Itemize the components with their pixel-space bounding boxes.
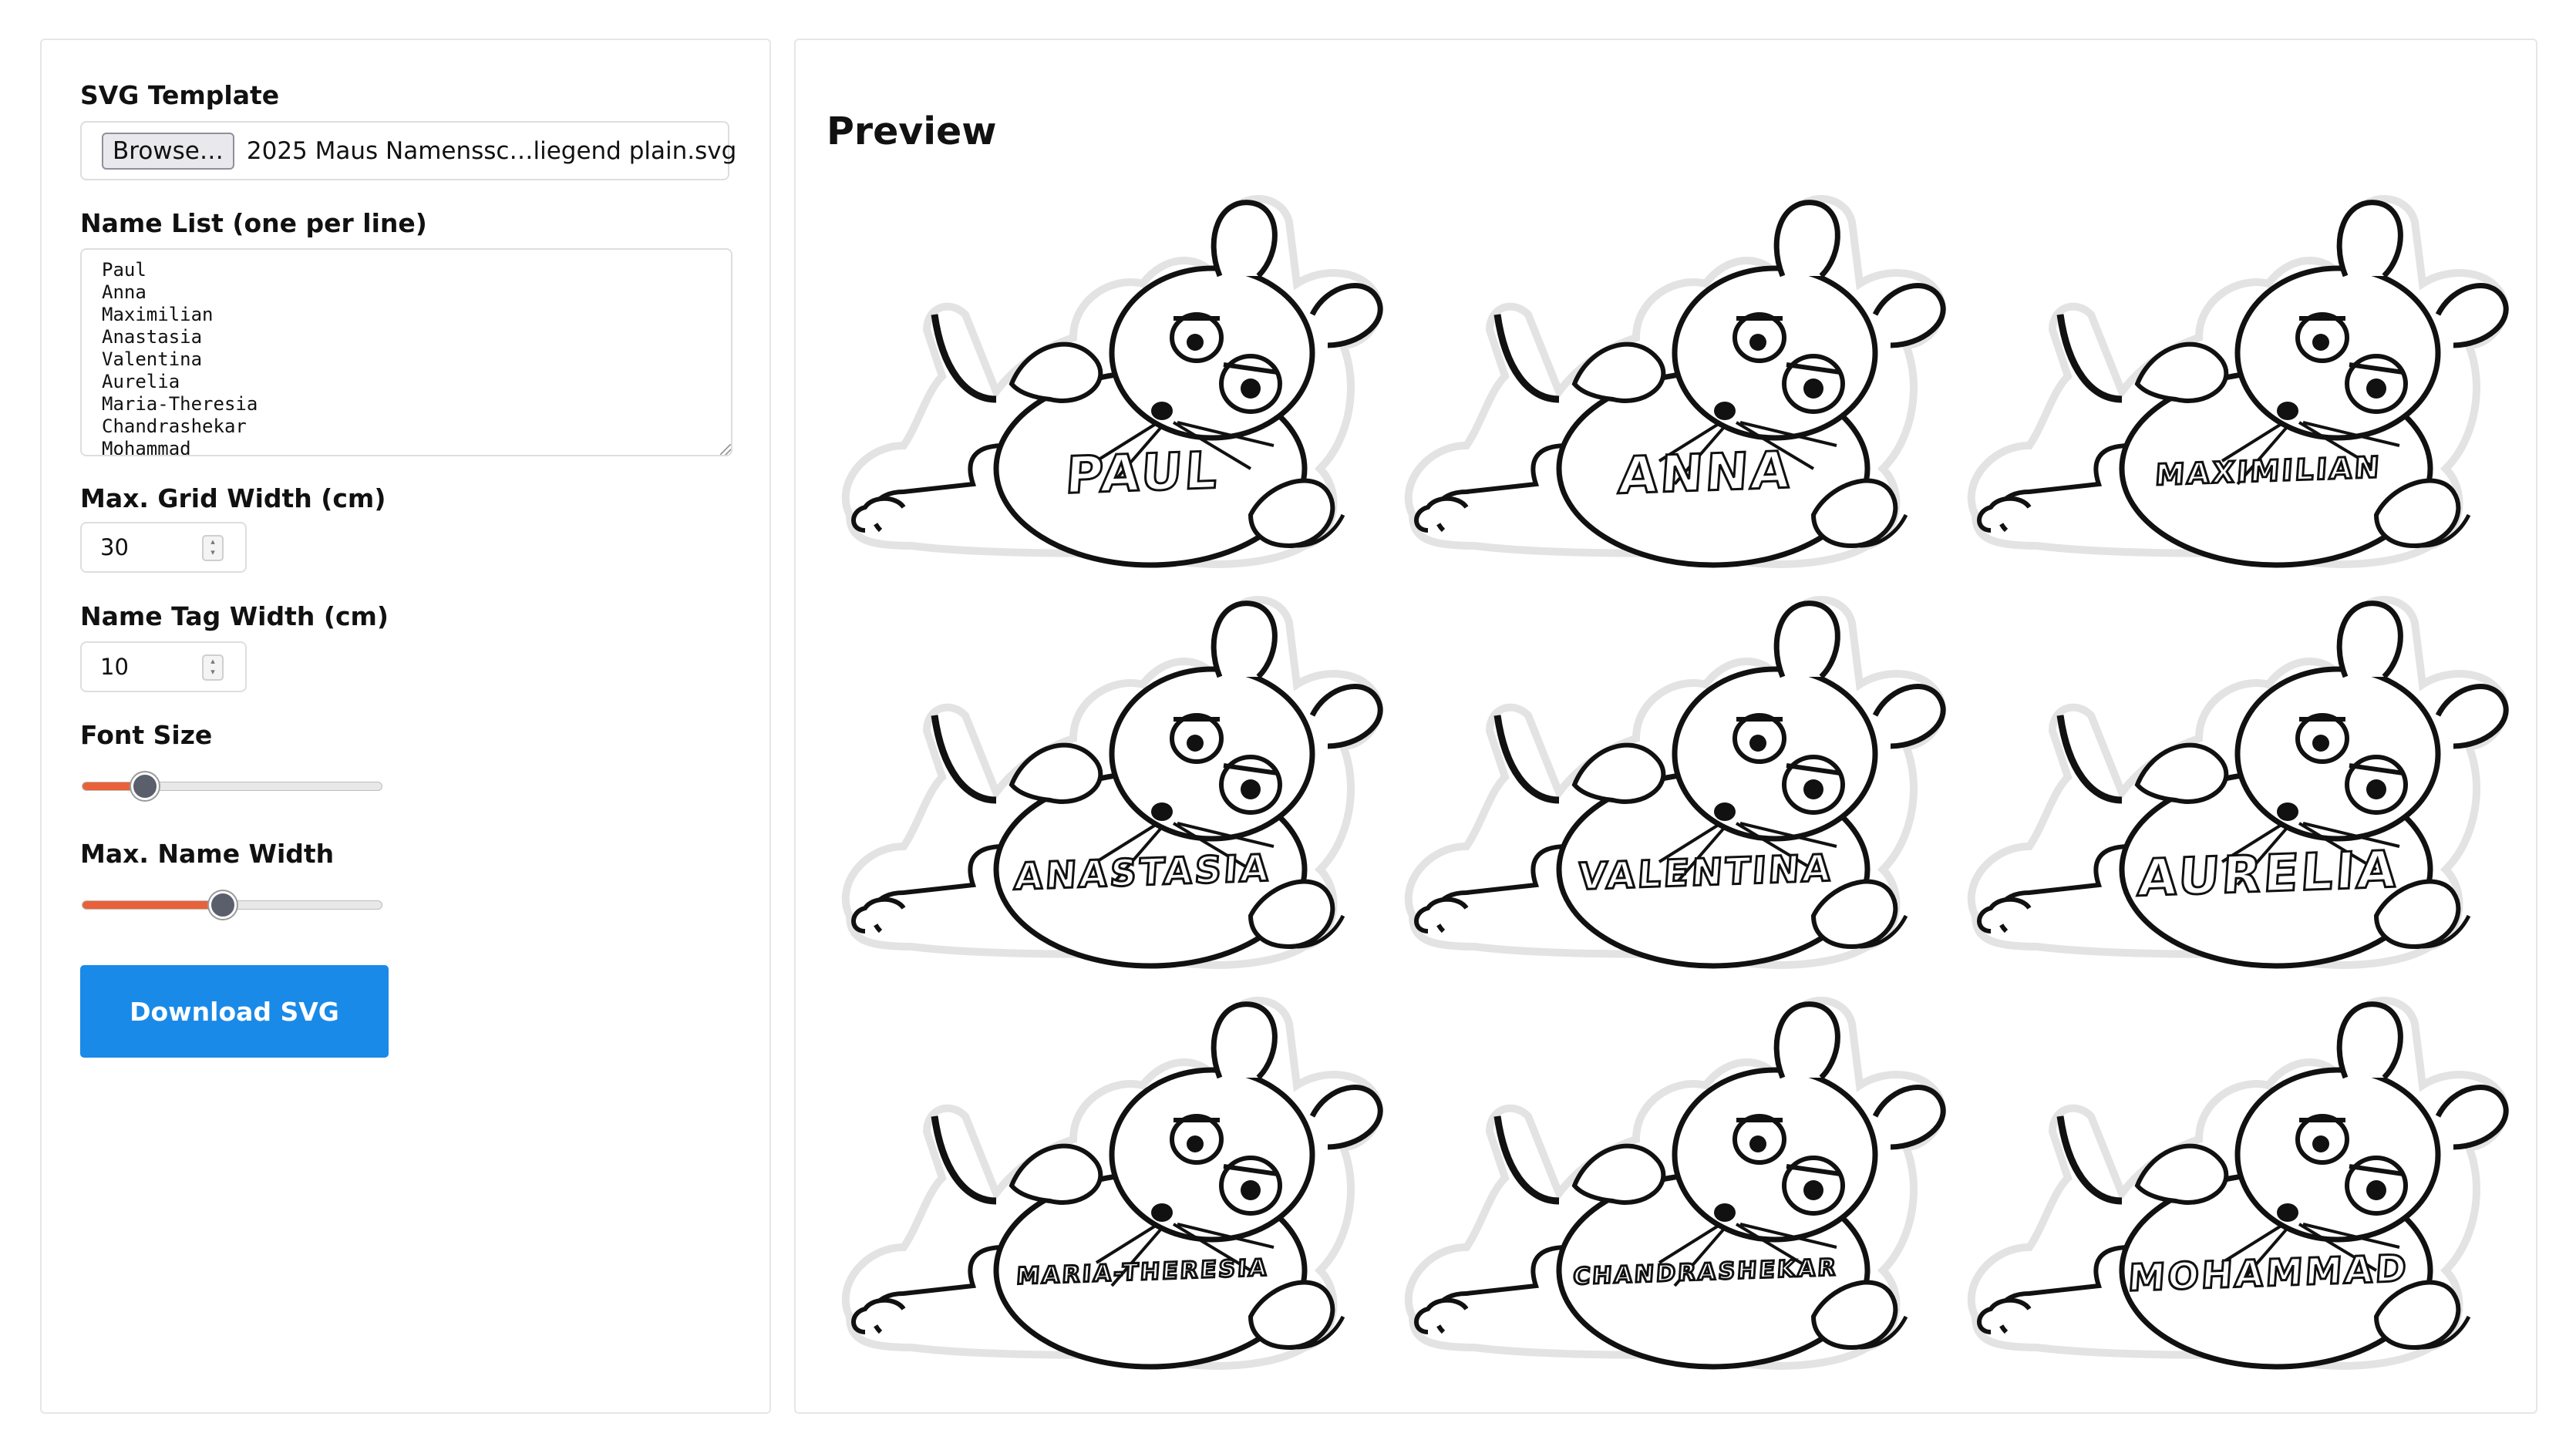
name-tag: CHANDRASHEKAR — [1382, 993, 1952, 1378]
tag-width-label: Name Tag Width (cm) — [80, 601, 389, 631]
mouse-illustration — [819, 191, 1389, 577]
settings-panel: SVG Template Browse… 2025 Maus Namenssc…… — [40, 39, 771, 1414]
name-tag: AURELIA — [1945, 592, 2515, 977]
svg-template-label: SVG Template — [80, 80, 280, 110]
grid-width-label: Max. Grid Width (cm) — [80, 483, 386, 513]
mouse-illustration — [819, 993, 1389, 1378]
max-name-width-label: Max. Name Width — [80, 839, 335, 869]
preview-title: Preview — [827, 109, 997, 153]
selected-file-name: 2025 Maus Namenssc…liegend plain.svg — [246, 136, 737, 165]
mouse-illustration — [1382, 993, 1952, 1378]
font-size-label: Font Size — [80, 720, 213, 750]
download-svg-button[interactable]: Download SVG — [80, 965, 389, 1058]
mouse-illustration — [819, 592, 1389, 977]
max-name-width-slider-fill — [82, 901, 224, 909]
name-tag: VALENTINA — [1382, 592, 1952, 977]
grid-width-value: 30 — [100, 534, 129, 560]
mouse-illustration — [1945, 592, 2515, 977]
font-size-slider-thumb[interactable] — [131, 772, 160, 800]
font-size-slider[interactable] — [82, 772, 382, 800]
browse-button[interactable]: Browse… — [102, 132, 234, 170]
mouse-illustration — [1945, 993, 2515, 1378]
svg-template-file-input[interactable]: Browse… 2025 Maus Namenssc…liegend plain… — [80, 121, 736, 180]
max-name-width-slider-thumb[interactable] — [209, 891, 237, 919]
grid-width-input[interactable]: 30 ▴ ▾ — [80, 522, 247, 573]
max-name-width-slider[interactable] — [82, 891, 382, 919]
name-list-textarea[interactable]: Paul Anna Maximilian Anastasia Valentina… — [80, 248, 732, 456]
mouse-illustration — [1382, 191, 1952, 577]
name-tag: ANNA — [1382, 191, 1952, 577]
name-tag: MAXIMILIAN — [1945, 191, 2515, 577]
name-list-label: Name List (one per line) — [80, 208, 427, 238]
tag-width-input[interactable]: 10 ▴ ▾ — [80, 641, 247, 692]
name-tag: ANASTASIA — [819, 592, 1389, 977]
grid-width-spinner-icon[interactable]: ▴ ▾ — [202, 535, 224, 561]
name-tag: MARIA-THERESIA — [819, 993, 1389, 1378]
textarea-resize-handle[interactable] — [720, 444, 731, 455]
preview-panel: Preview PAUL ANNA MAXIMILIAN ANASTASIA VALEN… — [794, 39, 2537, 1414]
name-tag: MOHAMMAD — [1945, 993, 2515, 1378]
tag-width-value: 10 — [100, 654, 129, 680]
mouse-illustration — [1382, 592, 1952, 977]
mouse-illustration — [1945, 191, 2515, 577]
name-tag: PAUL — [819, 191, 1389, 577]
tag-width-spinner-icon[interactable]: ▴ ▾ — [202, 654, 224, 681]
